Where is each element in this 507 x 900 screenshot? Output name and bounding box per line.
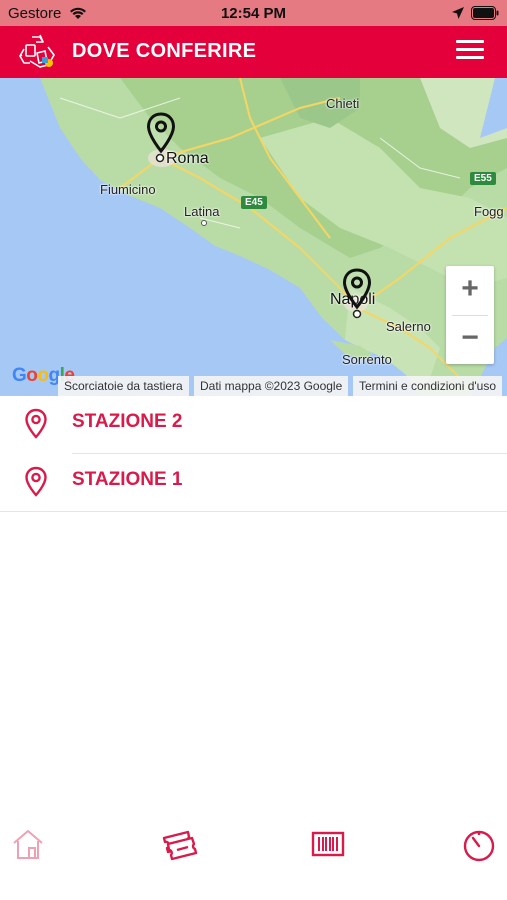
map-label-sorrento: Sorrento <box>342 352 392 367</box>
map-dot-napoli <box>352 309 362 319</box>
tab-barcode[interactable] <box>310 826 350 866</box>
road-shield-e45: E45 <box>241 196 267 209</box>
list-item[interactable]: STAZIONE 2 <box>0 396 507 454</box>
battery-icon <box>471 6 499 25</box>
map-label-foggia: Fogg <box>474 204 504 219</box>
terms-link[interactable]: Termini e condizioni d'uso <box>353 376 503 396</box>
zoom-out-button[interactable]: − <box>446 315 494 364</box>
station-name: STAZIONE 2 <box>72 411 183 432</box>
location-arrow-icon <box>451 6 465 25</box>
ticket-icon <box>158 830 198 866</box>
tab-timer[interactable] <box>460 826 500 866</box>
map-dot-roma <box>155 153 165 163</box>
location-pin-icon <box>24 408 48 445</box>
hamburger-menu-icon[interactable] <box>456 40 484 64</box>
barcode-icon <box>310 831 346 866</box>
road-shield-e55: E55 <box>470 172 496 185</box>
list-divider <box>0 511 507 512</box>
location-pin-icon <box>24 466 48 503</box>
tab-tickets[interactable] <box>158 826 198 866</box>
map-label-fiumicino: Fiumicino <box>100 182 156 197</box>
station-list: STAZIONE 2 STAZIONE 1 <box>0 396 507 512</box>
timer-icon <box>460 830 498 868</box>
map-label-latina: Latina <box>184 204 220 219</box>
map-label-chieti: Chieti <box>326 96 360 111</box>
status-bar: Gestore 12:54 PM <box>0 0 507 26</box>
tab-bar <box>0 820 507 870</box>
map-label-salerno: Salerno <box>386 319 431 334</box>
page-title: DOVE CONFERIRE <box>72 40 257 62</box>
map-view[interactable]: Chieti Roma Fiumicino Latina Napoli Sale… <box>0 78 507 396</box>
home-icon <box>10 830 46 866</box>
tab-home[interactable] <box>10 826 50 866</box>
station-marker-icon[interactable] <box>342 268 372 310</box>
map-dot-latina <box>201 220 207 226</box>
recycle-logo-icon <box>18 33 60 76</box>
keyboard-shortcuts-link[interactable]: Scorciatoie da tastiera <box>58 376 189 396</box>
map-data-label: Dati mappa ©2023 Google <box>194 376 349 396</box>
map-terrain <box>0 78 507 396</box>
station-name: STAZIONE 1 <box>72 469 183 490</box>
zoom-controls: + − <box>446 266 494 364</box>
app-header: DOVE CONFERIRE <box>0 26 507 78</box>
station-marker-icon[interactable] <box>146 112 176 154</box>
clock: 12:54 PM <box>220 5 287 22</box>
list-item[interactable]: STAZIONE 1 <box>0 454 507 512</box>
zoom-in-button[interactable]: + <box>446 266 494 315</box>
